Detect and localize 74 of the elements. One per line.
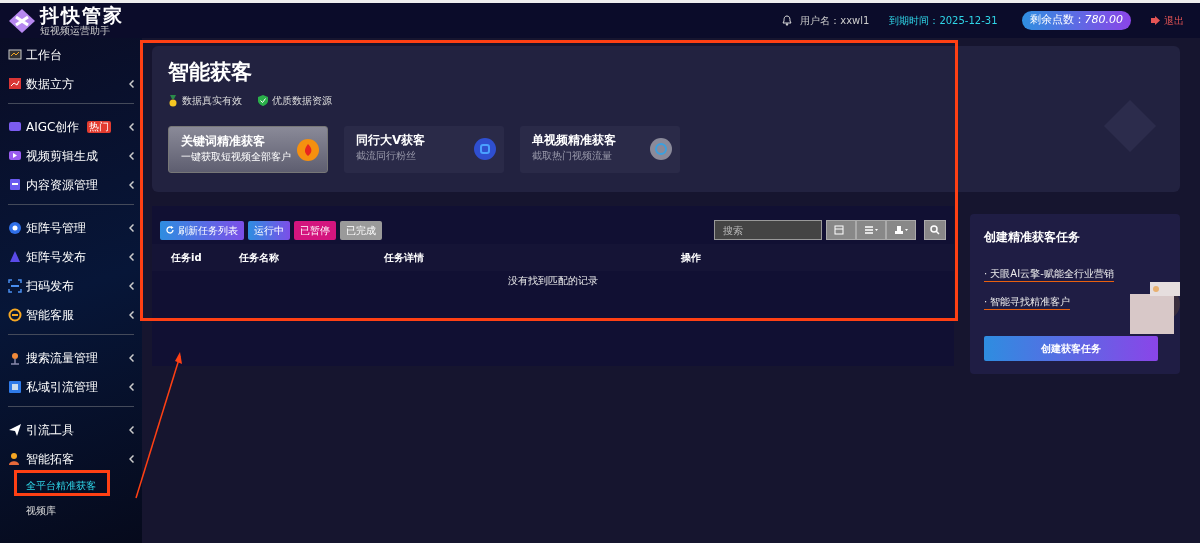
expiry-text: 到期时间：2025-12-31 [889, 14, 998, 28]
search-field[interactable]: 搜索 [714, 220, 822, 240]
medal-icon [168, 94, 178, 107]
columns-button[interactable] [856, 220, 886, 240]
page-title: 智能获客 [168, 60, 253, 86]
sidebar-item[interactable]: AIGC创作 热门 [0, 112, 142, 141]
paper-plane-icon [8, 422, 22, 437]
mode-tab[interactable]: 同行大V获客 截流同行粉丝 [344, 126, 504, 174]
column-header: 任务名称 [239, 252, 279, 263]
video-icon [8, 148, 22, 163]
pin-icon [8, 350, 22, 365]
mode-title: 同行大V获客 [356, 133, 427, 148]
grid-icon [863, 225, 879, 235]
submenu-item[interactable]: 全平台精准获客 [26, 478, 96, 493]
empty-message: 没有找到匹配的记录 [508, 275, 598, 286]
hot-badge: 热门 [87, 120, 112, 133]
refresh-button[interactable]: 刷新任务列表 [160, 220, 244, 240]
shield-icon [258, 94, 268, 107]
filter-button[interactable]: 已暂停 [294, 220, 336, 240]
sidebar-item[interactable]: 智能拓客 [0, 444, 142, 473]
search-button[interactable] [924, 220, 946, 240]
export-button[interactable] [886, 220, 916, 240]
chart-icon [8, 76, 22, 91]
feature-text: 数据真实有效 [182, 94, 242, 109]
mode-subtitle: 截流同行粉丝 [356, 148, 417, 163]
box-icon [8, 177, 22, 192]
sidebar-item[interactable]: 矩阵号发布 [0, 242, 142, 271]
mode-title: 关键词精准获客 [181, 134, 266, 149]
circle-icon [650, 138, 672, 161]
logo-title: 抖快管家 [40, 5, 124, 25]
sidebar-item[interactable]: 矩阵号管理 [0, 213, 142, 242]
sidebar-item[interactable]: 扫码发布 [0, 271, 142, 300]
filter-button[interactable]: 运行中 [248, 220, 290, 240]
panel-title: 创建精准获客任务 [984, 230, 1081, 245]
feature-text: 优质数据资源 [272, 94, 332, 109]
sidebar-item[interactable]: 工作台 [0, 40, 142, 69]
square-icon [8, 379, 22, 394]
sidebar-item[interactable]: 数据立方 [0, 69, 142, 98]
feature-link[interactable]: · 智能寻找精准客户 [984, 294, 1071, 311]
search-icon [930, 225, 940, 235]
scan-icon [8, 278, 22, 293]
chart-icon [8, 47, 22, 62]
column-header: 操作 [681, 252, 701, 263]
view-toggle-button[interactable] [826, 220, 856, 240]
download-icon [893, 225, 909, 235]
column-header: 任务id [171, 252, 202, 263]
points-badge: 剩余点数：780.00 [1021, 11, 1131, 30]
column-header: 任务详情 [384, 252, 424, 263]
logo-subtitle: 短视频运营助手 [40, 24, 110, 36]
sidebar-item[interactable]: 私域引流管理 [0, 372, 142, 401]
refresh-icon [166, 226, 174, 234]
sidebar-item[interactable]: 搜索流量管理 [0, 343, 142, 372]
circle-icon [474, 138, 496, 161]
sidebar-item[interactable]: 视频剪辑生成 [0, 141, 142, 170]
feature-link[interactable]: · 天眼AI云擎-赋能全行业营销 [984, 266, 1114, 283]
create-task-button[interactable]: 创建获客任务 [984, 336, 1158, 362]
person-icon [8, 451, 22, 466]
mode-subtitle: 截取热门视频流量 [532, 148, 613, 163]
username-text: 用户名：xxwl1 [800, 14, 870, 28]
sidebar-item[interactable]: 智能客服 [0, 300, 142, 329]
submenu-item[interactable]: 视频库 [26, 503, 56, 518]
logout-link[interactable]: 退出 [1151, 13, 1184, 28]
sidebar-item[interactable]: 内容资源管理 [0, 170, 142, 199]
triangle-icon [8, 249, 22, 264]
sidebar-item[interactable]: 引流工具 [0, 415, 142, 444]
mode-subtitle: 一键获取短视频全部客户 [181, 149, 292, 164]
mode-tab[interactable]: 单视频精准获客 截取热门视频流量 [520, 126, 680, 174]
mode-tab[interactable]: 关键词精准获客 一键获取短视频全部客户 [168, 126, 328, 174]
logo-icon [8, 7, 36, 34]
bell-icon [782, 15, 793, 26]
logout-icon [1151, 16, 1160, 25]
mode-title: 单视频精准获客 [532, 133, 617, 148]
flame-icon [297, 139, 319, 162]
circle-icon [8, 220, 22, 235]
